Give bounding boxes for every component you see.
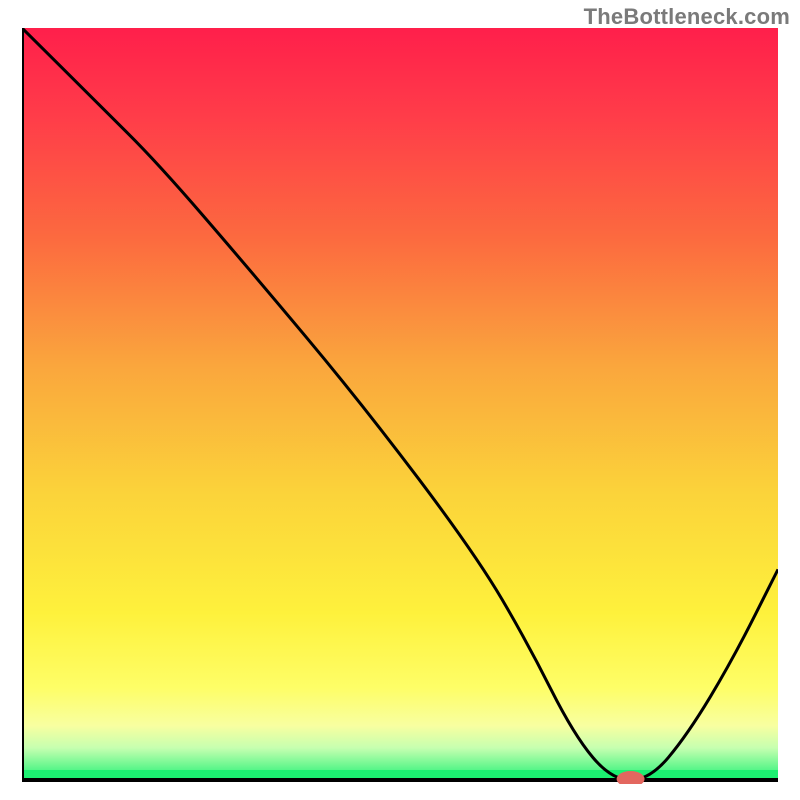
watermark-text: TheBottleneck.com [584, 4, 790, 30]
chart-container: TheBottleneck.com [0, 0, 800, 800]
plot-area [22, 28, 778, 784]
green-baseline-strip [22, 770, 778, 778]
chart-svg [22, 28, 778, 784]
